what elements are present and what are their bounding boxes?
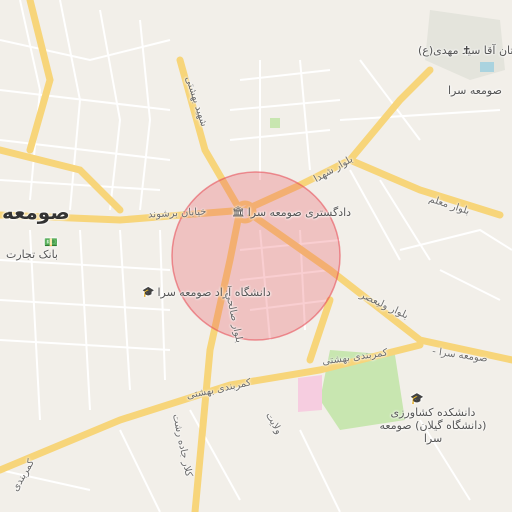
city-label: صومعه <box>2 200 70 224</box>
search-radius-circle <box>171 171 341 341</box>
poi-agri-college[interactable]: دانشکده کشاورزی (دانشگاه گیلان) صومعه سر… <box>378 406 488 445</box>
map-view[interactable]: صومعه دادگستری صومعه سرا 🏛 دانشگاه آزاد … <box>0 0 512 512</box>
poi-bank[interactable]: بانک تجارت <box>6 248 58 261</box>
poi-agri-college-label: دانشکده کشاورزی (دانشگاه گیلان) صومعه سر… <box>379 406 487 445</box>
university-icon: 🎓 <box>410 392 424 405</box>
poi-cemetery-sub: صومعه سرا <box>448 84 502 97</box>
poi-bank-label: بانک تجارت <box>6 248 58 261</box>
cemetery-icon: ✝ <box>462 44 472 57</box>
water-area <box>480 62 494 72</box>
bank-icon: 💵 <box>44 236 58 249</box>
courthouse-icon: 🏛 <box>232 207 245 218</box>
poi-azad-univ[interactable]: دانشگاه آزاد صومعه سرا 🎓 <box>142 286 271 299</box>
pink-area <box>298 375 322 412</box>
poi-dadgostari-label: دادگستری صومعه سرا <box>247 206 352 219</box>
poi-dadgostari[interactable]: دادگستری صومعه سرا 🏛 <box>232 206 351 219</box>
poi-azad-univ-label: دانشگاه آزاد صومعه سرا <box>157 286 271 299</box>
university-icon: 🎓 <box>142 287 155 298</box>
small-park <box>270 118 280 128</box>
